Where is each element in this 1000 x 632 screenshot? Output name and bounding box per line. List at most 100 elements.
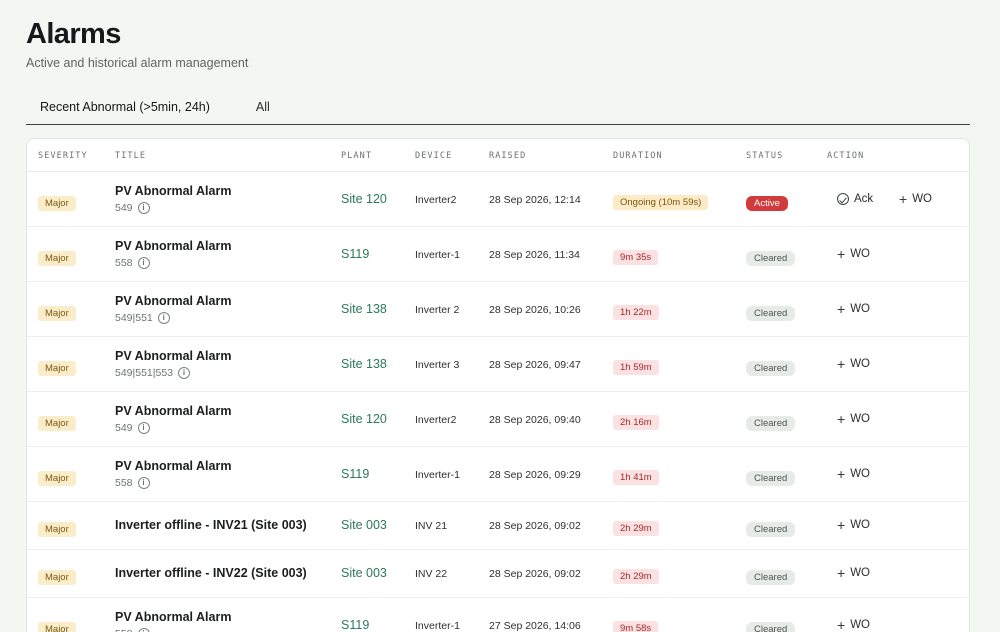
severity-badge: Major (38, 622, 76, 632)
alarm-codes: 549 i (115, 422, 231, 434)
action-label: WO (850, 567, 870, 579)
table-row[interactable]: Major Inverter offline - INV21 (Site 003)… (27, 502, 969, 550)
info-icon[interactable]: i (137, 628, 150, 632)
alarm-title[interactable]: Inverter offline - INV21 (Site 003) (115, 518, 307, 532)
status-badge: Cleared (746, 522, 796, 537)
status-badge: Cleared (746, 306, 796, 321)
info-icon[interactable]: i (178, 367, 191, 379)
action-label: WO (850, 413, 870, 425)
table-row[interactable]: Major PV Abnormal Alarm 558 i S119 Inverter-1… (27, 598, 969, 632)
work-order-button[interactable]: + WO (837, 301, 870, 317)
column-device[interactable]: DEVICE (415, 151, 452, 161)
info-icon[interactable]: i (137, 202, 150, 214)
status-badge: Cleared (746, 361, 796, 376)
duration-cell: 2h 29m (613, 566, 659, 584)
plant-link[interactable]: S119 (341, 467, 369, 481)
duration-cell: Ongoing (10m 59s) (613, 192, 709, 210)
info-icon[interactable]: i (137, 257, 150, 269)
alarm-title[interactable]: PV Abnormal Alarm (115, 459, 231, 473)
action-label: WO (850, 248, 870, 260)
work-order-button[interactable]: + WO (837, 517, 870, 533)
info-icon[interactable]: i (137, 422, 150, 434)
table-row[interactable]: Major PV Abnormal Alarm 549 i Site 120 Invert… (27, 172, 969, 227)
table-row[interactable]: Major PV Abnormal Alarm 549|551|553 i Site 1… (27, 337, 969, 392)
plus-icon: + (837, 517, 846, 533)
table-row[interactable]: Major PV Abnormal Alarm 549|551 i Site 138 In… (27, 282, 969, 337)
tab-recent-abnormal[interactable]: Recent Abnormal (>5min, 24h) (26, 92, 224, 124)
alarm-codes: 558 i (115, 477, 231, 489)
tab-all[interactable]: All (242, 92, 284, 124)
action-label: Ack (854, 193, 874, 205)
status-cell: Cleared (746, 248, 796, 266)
alarm-codes: 558 i (115, 628, 231, 632)
raised-cell: 28 Sep 2026, 09:47 (489, 359, 581, 371)
work-order-button[interactable]: + WO (837, 247, 870, 261)
plant-link[interactable]: Site 138 (341, 357, 387, 371)
info-icon[interactable]: i (137, 477, 150, 489)
table-header: SEVERITY TITLE PLANT DEVICE RAISED DURAT… (27, 139, 969, 172)
column-status[interactable]: STATUS (746, 151, 783, 161)
alarm-title[interactable]: PV Abnormal Alarm (115, 349, 231, 363)
duration-badge: 2h 16m (613, 415, 659, 430)
table-row[interactable]: Major PV Abnormal Alarm 558 i S119 Inverter-1… (27, 447, 969, 502)
plant-link[interactable]: Site 003 (341, 518, 387, 532)
plus-icon: + (837, 466, 846, 482)
column-raised[interactable]: RAISED (489, 151, 526, 161)
table-row[interactable]: Major Inverter offline - INV22 (Site 003)… (27, 550, 969, 598)
alarm-code-text: 549|551|553 (115, 367, 174, 379)
alarm-title[interactable]: PV Abnormal Alarm (115, 239, 231, 253)
severity-badge: Major (38, 361, 76, 376)
work-order-button[interactable]: + WO (837, 466, 870, 482)
table-row[interactable]: Major PV Abnormal Alarm 558 i S119 Inverter-1… (27, 227, 969, 282)
alarm-code-text: 549 (115, 422, 133, 434)
table-row[interactable]: Major PV Abnormal Alarm 549 i Site 120 Invert… (27, 392, 969, 447)
check-circle-icon (837, 193, 849, 205)
work-order-button[interactable]: + WO (899, 192, 932, 206)
column-title[interactable]: TITLE (115, 151, 146, 161)
raised-cell: 28 Sep 2026, 10:26 (489, 304, 581, 316)
alarm-title[interactable]: Inverter offline - INV22 (Site 003) (115, 566, 307, 580)
alarm-code-text: 549|551 (115, 312, 153, 324)
duration-badge: 2h 29m (613, 521, 659, 536)
title-cell: PV Abnormal Alarm 549 i (115, 404, 231, 434)
title-cell: PV Abnormal Alarm 558 i (115, 610, 231, 632)
plant-link[interactable]: Site 120 (341, 192, 387, 206)
status-cell: Cleared (746, 519, 796, 537)
raised-cell: 28 Sep 2026, 09:40 (489, 414, 581, 426)
alarm-title[interactable]: PV Abnormal Alarm (115, 294, 231, 308)
action-label: WO (850, 468, 870, 480)
duration-cell: 1h 59m (613, 357, 659, 375)
plant-link[interactable]: Site 003 (341, 566, 387, 580)
alarm-title[interactable]: PV Abnormal Alarm (115, 610, 231, 624)
title-cell: PV Abnormal Alarm 549|551 i (115, 294, 231, 324)
plus-icon: + (837, 356, 846, 372)
plus-icon: + (837, 301, 846, 317)
severity-cell: Major (38, 248, 76, 266)
action-label: WO (850, 519, 870, 531)
title-cell: PV Abnormal Alarm 558 i (115, 459, 231, 489)
alarm-codes: 549 i (115, 202, 231, 214)
work-order-button[interactable]: + WO (837, 566, 870, 580)
title-cell: PV Abnormal Alarm 558 i (115, 239, 231, 269)
ack-button[interactable]: Ack (837, 193, 873, 205)
alarm-title[interactable]: PV Abnormal Alarm (115, 404, 231, 418)
duration-badge: 2h 29m (613, 569, 659, 584)
plant-link[interactable]: S119 (341, 247, 369, 261)
plant-link[interactable]: S119 (341, 618, 369, 632)
status-cell: Cleared (746, 303, 796, 321)
device-cell: Inverter2 (415, 194, 457, 206)
work-order-button[interactable]: + WO (837, 356, 870, 372)
alarm-title[interactable]: PV Abnormal Alarm (115, 184, 231, 198)
plant-link[interactable]: Site 120 (341, 412, 387, 426)
plant-link[interactable]: Site 138 (341, 302, 387, 316)
severity-cell: Major (38, 567, 76, 585)
column-duration[interactable]: DURATION (613, 151, 663, 161)
work-order-button[interactable]: + WO (837, 412, 870, 426)
work-order-button[interactable]: + WO (837, 618, 870, 632)
severity-badge: Major (38, 251, 76, 266)
column-severity[interactable]: SEVERITY (38, 151, 88, 161)
info-icon[interactable]: i (157, 312, 170, 324)
device-cell: Inverter-1 (415, 249, 460, 261)
column-plant[interactable]: PLANT (341, 151, 372, 161)
title-cell: Inverter offline - INV22 (Site 003) (115, 566, 307, 580)
